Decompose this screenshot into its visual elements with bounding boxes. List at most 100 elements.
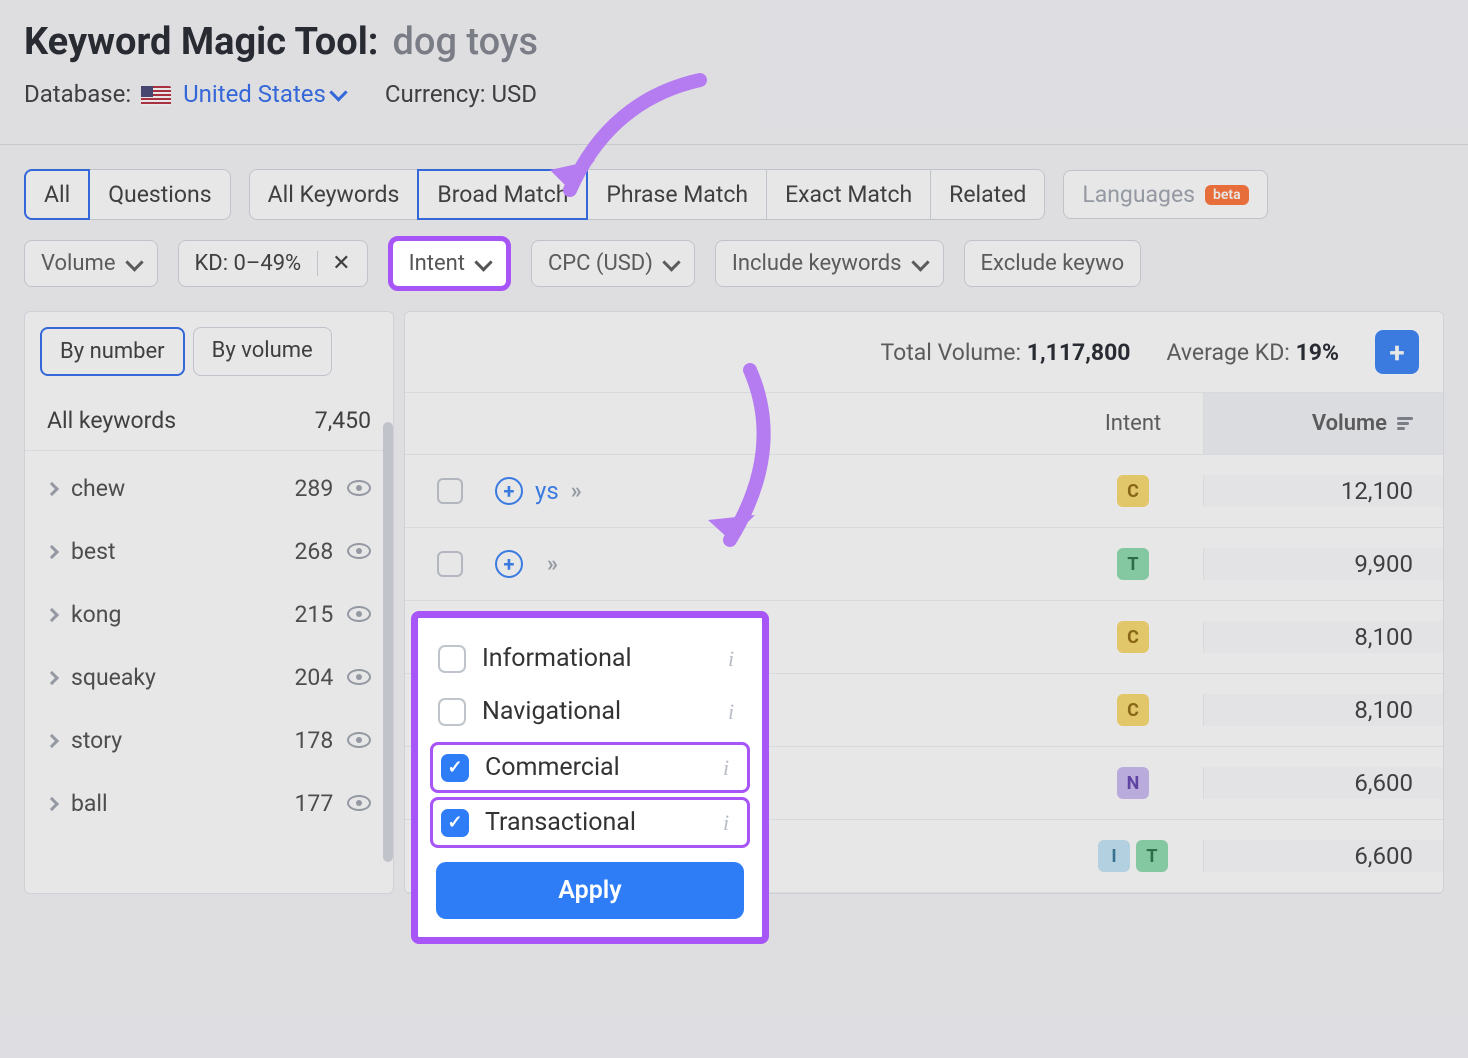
intent-badge-C: C [1117,475,1149,507]
chevron-right-icon [45,481,59,495]
total-volume-value: 1,117,800 [1027,339,1131,366]
table-row: + ys » C 12,100 [405,455,1443,528]
us-flag-icon [141,86,171,106]
sidebar-item-label: chew [71,475,125,502]
sidebar-scrollbar[interactable] [383,422,393,862]
chevron-down-icon [125,253,143,271]
intent-badge-C: C [1117,621,1149,653]
eye-icon[interactable] [347,543,371,559]
eye-icon[interactable] [347,669,371,685]
eye-icon[interactable] [347,606,371,622]
intent-dropdown-panel: Informational i Navigational i ✓ Commerc… [411,611,769,944]
expand-icon[interactable]: + [495,477,523,505]
sidebar-item[interactable]: ball177 [25,772,393,835]
info-icon[interactable]: i [720,699,742,725]
eye-icon[interactable] [347,732,371,748]
avg-kd-value: 19% [1296,339,1339,366]
intent-badge-I: I [1098,840,1130,872]
volume-cell: 6,600 [1203,840,1443,872]
chevron-right-icon [45,670,59,684]
eye-icon[interactable] [347,480,371,496]
tab-exact-match[interactable]: Exact Match [766,169,931,220]
intent-option-navigational[interactable]: Navigational i [418,685,762,738]
double-chevron-icon[interactable]: » [571,479,578,504]
sidebar-item-label: best [71,538,116,565]
sort-by-number[interactable]: By number [40,327,185,376]
sidebar-item[interactable]: kong215 [25,583,393,646]
chevron-down-icon [911,253,929,271]
intent-option-informational[interactable]: Informational i [418,632,762,685]
chevron-right-icon [45,544,59,558]
all-keywords-count: 7,450 [315,407,371,434]
kd-clear-button[interactable]: ✕ [317,251,350,276]
col-volume[interactable]: Volume [1203,393,1443,454]
chevron-down-icon [474,253,492,271]
volume-cell: 12,100 [1203,475,1443,507]
volume-cell: 9,900 [1203,548,1443,580]
all-keywords-label[interactable]: All keywords [47,407,176,434]
checkbox-checked[interactable]: ✓ [441,754,469,782]
sort-by-volume[interactable]: By volume [193,327,332,376]
chevron-down-icon [329,83,347,101]
beta-badge: beta [1205,185,1249,205]
volume-cell: 6,600 [1203,767,1443,799]
intent-option-transactional[interactable]: ✓ Transactional i [430,797,750,848]
sidebar-item[interactable]: best 268 [25,520,393,583]
info-icon[interactable]: i [715,810,737,836]
tab-related[interactable]: Related [930,169,1045,220]
keyword-link[interactable]: ys [535,477,559,505]
row-checkbox[interactable] [437,551,463,577]
tab-all[interactable]: All [24,169,90,220]
exclude-keywords-filter[interactable]: Exclude keywo [964,240,1142,287]
page-title: Keyword Magic Tool: [24,20,378,64]
sidebar-item[interactable]: story 178 [25,709,393,772]
checkbox[interactable] [438,645,466,673]
sidebar-item-count: 289 [295,475,334,502]
row-checkbox[interactable] [437,478,463,504]
intent-badge-N: N [1117,767,1149,799]
cpc-filter[interactable]: CPC (USD) [531,240,695,287]
checkbox[interactable] [438,698,466,726]
sidebar-item-count: 178 [295,727,334,754]
include-keywords-filter[interactable]: Include keywords [715,240,944,287]
query-text: dog toys [392,20,538,64]
chevron-right-icon [45,733,59,747]
sidebar-item-count: 204 [295,664,334,691]
tab-phrase-match[interactable]: Phrase Match [587,169,767,220]
database-country-dropdown[interactable]: United States [183,80,345,108]
sidebar-item[interactable]: squeaky 204 [25,646,393,709]
sidebar-item[interactable]: chew 289 [25,457,393,520]
chevron-right-icon [45,796,59,810]
intent-filter[interactable]: Intent [393,241,506,286]
volume-cell: 8,100 [1203,621,1443,653]
col-intent[interactable]: Intent [1063,393,1203,454]
tab-questions[interactable]: Questions [89,169,230,220]
table-row: + » T 9,900 [405,528,1443,601]
volume-filter[interactable]: Volume [24,240,158,287]
intent-option-commercial[interactable]: ✓ Commercial i [430,742,750,793]
sidebar-item-label: squeaky [71,664,156,691]
kd-filter[interactable]: KD: 0–49% ✕ [178,240,368,287]
intent-badge-C: C [1117,694,1149,726]
add-button[interactable]: + [1375,330,1419,374]
total-volume-label: Total Volume: [881,339,1022,366]
checkbox-checked[interactable]: ✓ [441,809,469,837]
intent-badge-T: T [1136,840,1168,872]
volume-cell: 8,100 [1203,694,1443,726]
tab-broad-match[interactable]: Broad Match [417,169,588,220]
sidebar-item-label: story [71,727,122,754]
database-label: Database: [24,80,131,108]
sidebar-item-count: 268 [295,538,334,565]
chevron-right-icon [45,607,59,621]
double-chevron-icon[interactable]: » [547,552,554,577]
expand-icon[interactable]: + [495,550,523,578]
info-icon[interactable]: i [715,755,737,781]
info-icon[interactable]: i [720,646,742,672]
eye-icon[interactable] [347,795,371,811]
intent-badge-T: T [1117,548,1149,580]
apply-button[interactable]: Apply [436,862,744,919]
tab-all-keywords[interactable]: All Keywords [249,169,419,220]
languages-dropdown[interactable]: Languages beta [1063,170,1267,219]
avg-kd-label: Average KD: [1166,339,1289,366]
keyword-groups-sidebar: By number By volume All keywords 7,450 c… [24,311,394,894]
